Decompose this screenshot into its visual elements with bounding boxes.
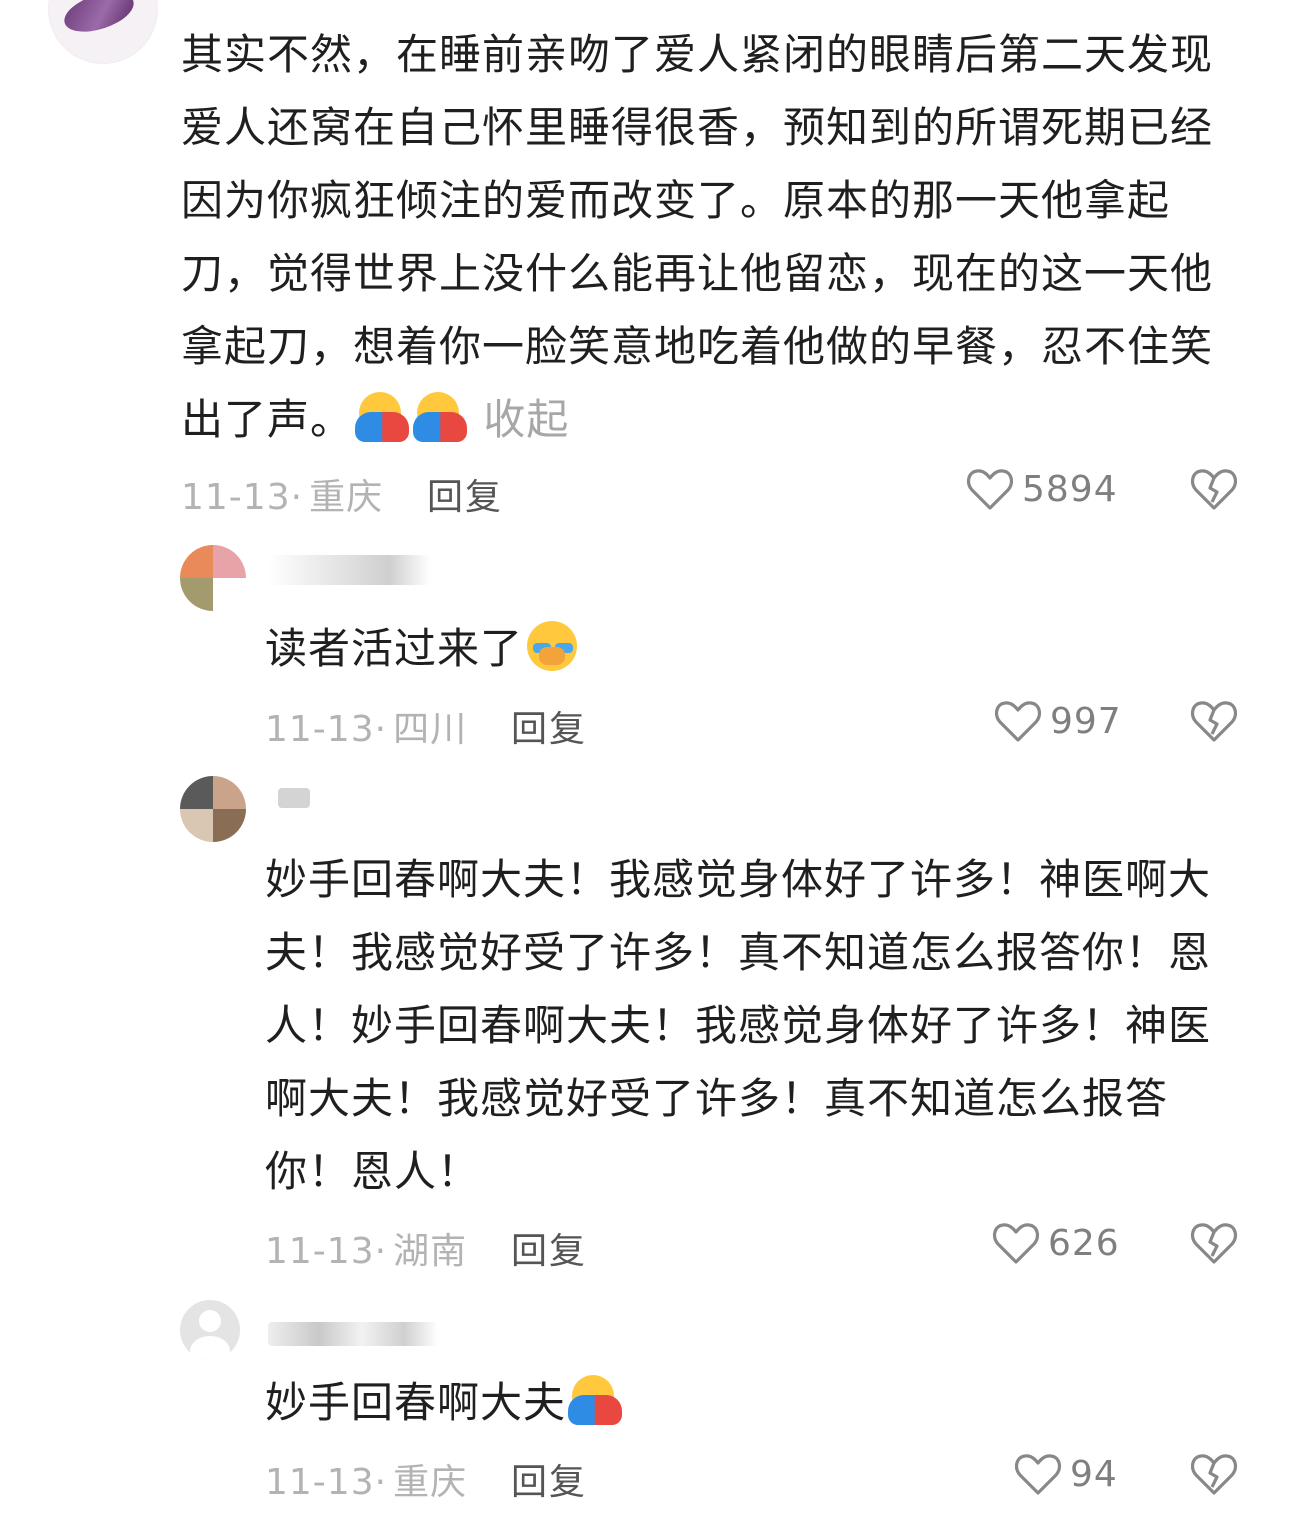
comment-meta: 11-13· 重庆 xyxy=(265,1462,468,1503)
heart-outline-icon xyxy=(966,469,1014,510)
username-blurred[interactable] xyxy=(268,1322,438,1346)
reply-button[interactable]: 回复 xyxy=(427,468,503,520)
comment-body: 其实不然，在睡前亲吻了爱人紧闭的眼睛后第二天发现爱人还窝在自己怀里睡得很香，预知… xyxy=(181,30,1214,444)
comment-body: 妙手回春啊大夫！我感觉身体好了许多！神医啊大夫！我感觉好受了许多！真不知道怎么报… xyxy=(265,855,1212,1196)
like-button[interactable]: 997 xyxy=(994,698,1122,744)
hug-emoji-icon xyxy=(355,390,410,444)
broken-heart-icon[interactable] xyxy=(1190,698,1238,744)
collapse-link[interactable]: 收起 xyxy=(483,395,569,444)
hug-emoji-icon xyxy=(568,1373,623,1427)
reply-avatar[interactable] xyxy=(180,776,246,842)
like-button[interactable]: 5894 xyxy=(966,466,1118,512)
broken-heart-icon[interactable] xyxy=(1190,466,1238,512)
comment-meta: 11-13· 重庆 xyxy=(181,477,384,518)
heart-outline-icon xyxy=(992,1223,1040,1264)
commenter-avatar[interactable] xyxy=(48,0,158,64)
like-button[interactable]: 626 xyxy=(992,1220,1120,1266)
reply-button[interactable]: 回复 xyxy=(511,1222,587,1274)
broken-heart-icon[interactable] xyxy=(1190,1451,1238,1497)
like-count: 94 xyxy=(1070,1453,1118,1495)
like-count: 626 xyxy=(1048,1222,1120,1264)
like-count: 5894 xyxy=(1022,468,1118,510)
username-blurred[interactable] xyxy=(268,555,430,585)
comment-body: 读者活过来了 xyxy=(265,624,524,673)
like-button[interactable]: 94 xyxy=(1014,1451,1118,1497)
reply-button[interactable]: 回复 xyxy=(511,1453,587,1505)
crying-face-emoji-icon xyxy=(525,619,579,673)
reply-avatar[interactable] xyxy=(180,545,246,611)
broken-heart-icon[interactable] xyxy=(1190,1220,1238,1266)
heart-outline-icon xyxy=(994,701,1042,742)
reply-text: 妙手回春啊大夫！我感觉身体好了许多！神医啊大夫！我感觉好受了许多！真不知道怎么报… xyxy=(265,843,1245,1208)
reply-text: 读者活过来了 xyxy=(265,612,1245,685)
username-blurred[interactable] xyxy=(278,788,310,808)
hug-emoji-icon xyxy=(413,390,468,444)
default-avatar-icon[interactable] xyxy=(180,1300,240,1360)
comment-body: 妙手回春啊大夫 xyxy=(265,1378,567,1427)
comment-text: 其实不然，在睡前亲吻了爱人紧闭的眼睛后第二天发现爱人还窝在自己怀里睡得很香，预知… xyxy=(181,18,1251,456)
comment-meta: 11-13· 四川 xyxy=(265,709,468,750)
reply-text: 妙手回春啊大夫 xyxy=(265,1366,1245,1439)
heart-outline-icon xyxy=(1014,1454,1062,1495)
comment-meta: 11-13· 湖南 xyxy=(265,1231,468,1272)
like-count: 997 xyxy=(1050,700,1122,742)
reply-button[interactable]: 回复 xyxy=(511,700,587,752)
